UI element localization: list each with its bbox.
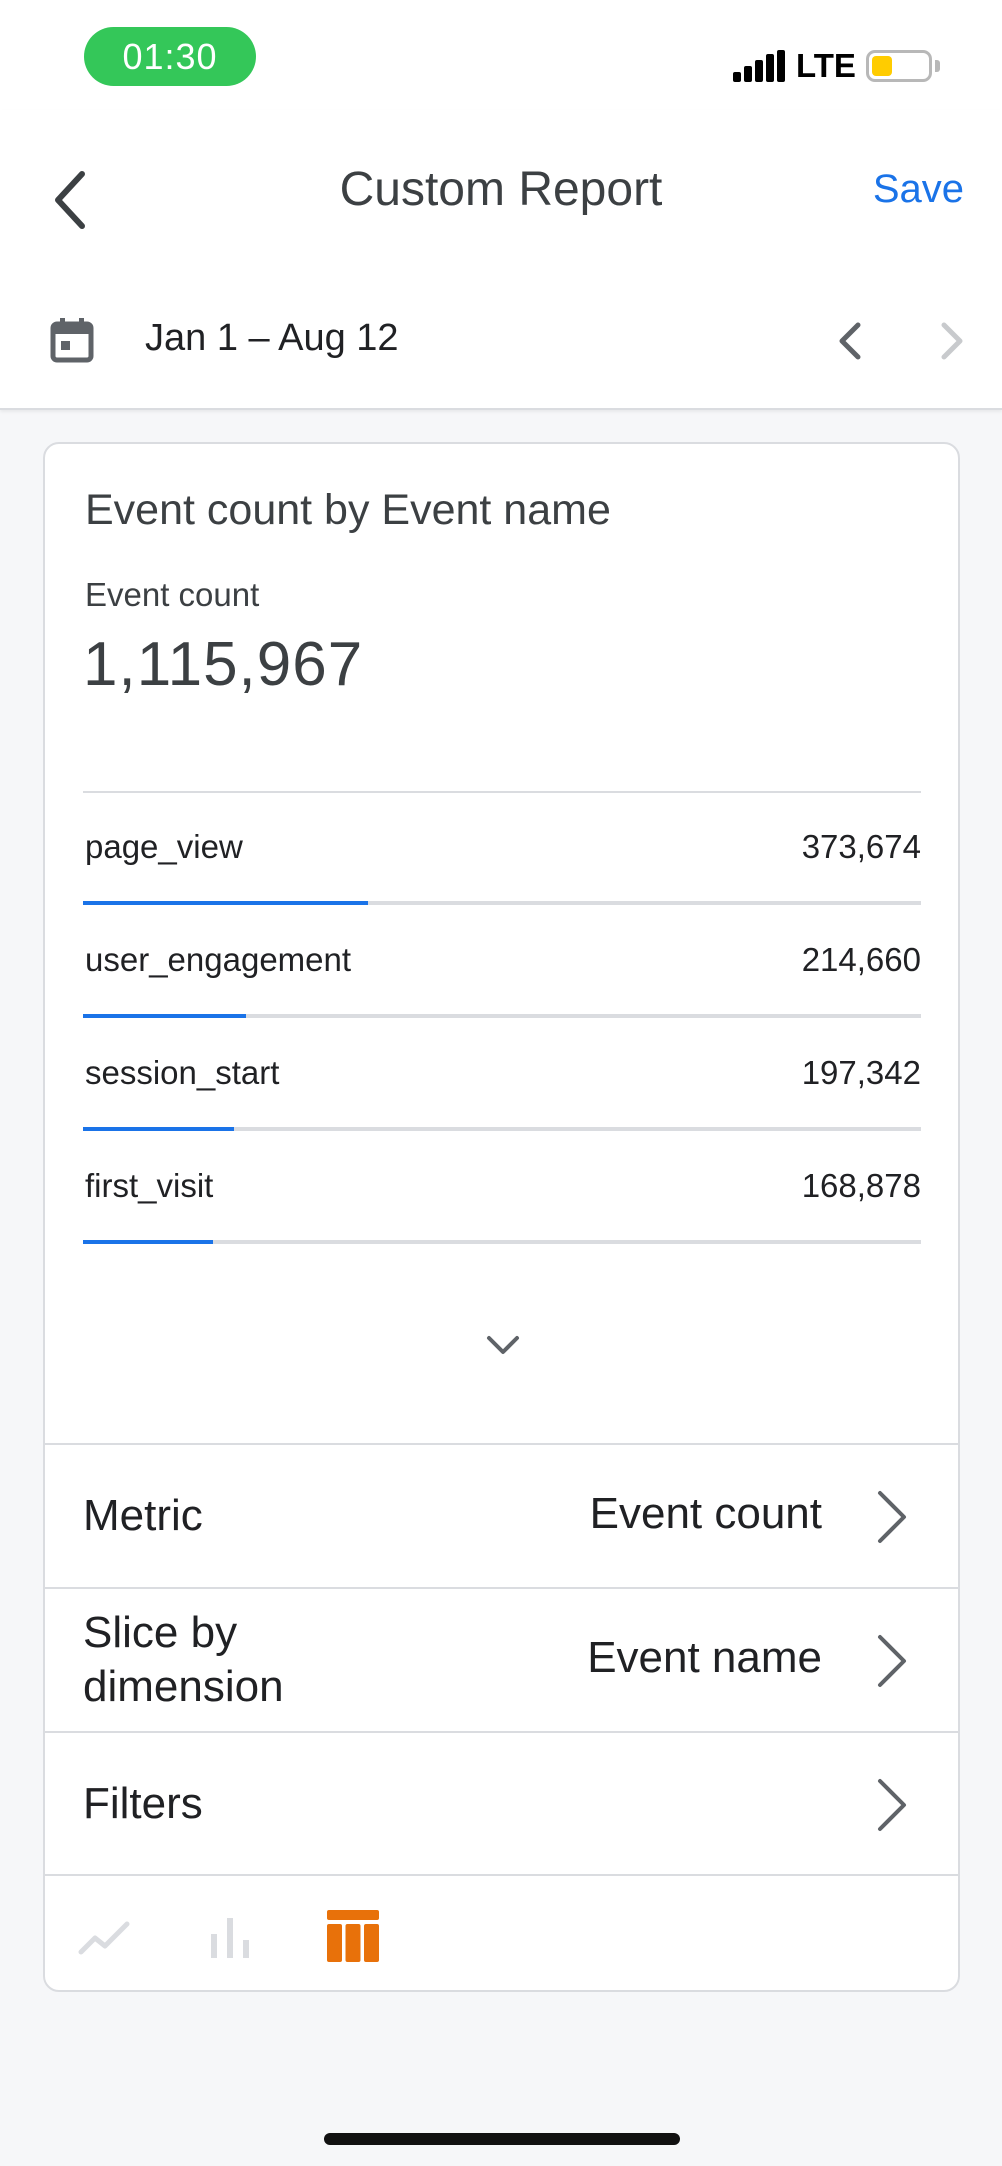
setting-value: Event count [589, 1489, 822, 1538]
setting-label: Metric [83, 1491, 203, 1540]
setting-label: Slice by dimension [83, 1606, 284, 1714]
share-bar-fill [83, 1240, 213, 1244]
event-count: 197,342 [801, 1054, 921, 1091]
event-name: page_view [85, 828, 243, 865]
previous-period-button[interactable] [828, 313, 872, 369]
event-name: user_engagement [85, 941, 352, 978]
event-name: session_start [85, 1054, 280, 1091]
table-icon[interactable] [325, 1908, 381, 1964]
calendar-icon[interactable] [50, 317, 94, 363]
battery-icon [866, 50, 932, 82]
chevron-right-icon [878, 1491, 906, 1543]
home-indicator[interactable] [324, 2133, 680, 2145]
filters-setting-row[interactable]: Filters [45, 1731, 958, 1875]
setting-label: Filters [83, 1779, 203, 1828]
share-bar-track [83, 1240, 921, 1244]
app-header: Custom Report Save Jan 1 – Aug 12 [0, 110, 1002, 410]
signal-strength-icon [733, 50, 785, 82]
date-range-bar: Jan 1 – Aug 12 [0, 305, 1002, 395]
metric-label: Event count [85, 576, 260, 613]
event-count: 214,660 [801, 941, 921, 978]
list-item[interactable]: page_view 373,674 [83, 793, 921, 906]
report-card: Event count by Event name Event count 1,… [43, 442, 960, 1992]
setting-value: Event name [587, 1633, 822, 1682]
share-bar-track [83, 1014, 921, 1018]
page-title: Custom Report [339, 163, 663, 216]
chevron-right-icon [878, 1635, 906, 1687]
list-item[interactable]: session_start 197,342 [83, 1019, 921, 1132]
metric-setting-row[interactable]: Metric Event count [45, 1443, 958, 1587]
share-bar-fill [83, 1014, 247, 1018]
share-bar-fill [83, 1127, 234, 1131]
metric-total: 1,115,967 [83, 630, 364, 699]
visualization-selector [45, 1874, 958, 1990]
status-time: 01:30 [84, 27, 256, 86]
next-period-button[interactable] [930, 313, 974, 369]
list-item[interactable]: user_engagement 214,660 [83, 906, 921, 1019]
share-bar-track [83, 901, 921, 905]
chevron-right-icon [878, 1779, 906, 1831]
expand-list-button[interactable] [481, 1324, 525, 1368]
bar-chart-icon[interactable] [203, 1908, 259, 1964]
network-type: LTE [796, 47, 856, 84]
battery-cap [935, 60, 940, 72]
status-bar: 01:30 LTE [0, 0, 1002, 110]
event-name: first_visit [85, 1167, 214, 1204]
dimension-setting-row[interactable]: Slice by dimension Event name [45, 1587, 958, 1731]
event-count: 168,878 [801, 1167, 921, 1204]
list-item[interactable]: first_visit 168,878 [83, 1132, 921, 1245]
setting-label-line: Slice by [83, 1608, 238, 1657]
setting-label-line: dimension [83, 1662, 284, 1711]
share-bar-fill [83, 901, 368, 905]
event-list: page_view 373,674 user_engagement 214,66… [83, 793, 921, 1245]
battery-level [872, 56, 892, 76]
line-chart-icon[interactable] [77, 1908, 133, 1964]
custom-report-screen: 01:30 LTE Custom Report Save Jan 1 – Aug… [0, 0, 1002, 2166]
share-bar-track [83, 1127, 921, 1131]
date-range-label[interactable]: Jan 1 – Aug 12 [145, 317, 399, 360]
save-button[interactable]: Save [873, 167, 964, 212]
event-count: 373,674 [801, 828, 921, 865]
card-title: Event count by Event name [85, 486, 611, 534]
